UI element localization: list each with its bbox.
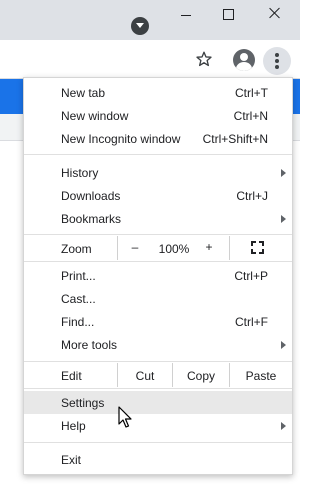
menu-item-find[interactable]: Find... Ctrl+F (24, 310, 292, 333)
zoom-row: Zoom – 100% + (24, 236, 292, 260)
copy-button[interactable]: Copy (173, 369, 229, 383)
menu-item-print[interactable]: Print... Ctrl+P (24, 264, 292, 287)
maximize-icon[interactable] (223, 9, 234, 20)
zoom-out-button[interactable]: – (127, 240, 143, 254)
tab-search-icon[interactable] (131, 17, 149, 35)
menu-separator (24, 442, 292, 443)
menu-item-new-tab[interactable]: New tab Ctrl+T (24, 81, 292, 104)
browser-toolbar (0, 40, 300, 79)
cut-button[interactable]: Cut (118, 369, 172, 383)
edit-row: Edit Cut Copy Paste (24, 363, 292, 387)
mouse-pointer-icon (118, 406, 132, 428)
paste-button[interactable]: Paste (230, 369, 292, 383)
fullscreen-icon[interactable] (251, 241, 264, 254)
menu-separator (24, 154, 292, 155)
menu-button[interactable] (263, 47, 291, 75)
minimize-icon[interactable] (181, 15, 191, 16)
menu-item-settings[interactable]: Settings (24, 391, 292, 414)
submenu-arrow-icon (281, 341, 286, 349)
menu-item-help[interactable]: Help (24, 414, 292, 437)
menu-separator (24, 388, 292, 389)
menu-separator (24, 261, 292, 262)
zoom-label: Zoom (61, 242, 92, 256)
zoom-in-button[interactable]: + (201, 240, 217, 254)
chrome-menu: New tab Ctrl+T New window Ctrl+N New Inc… (23, 77, 293, 475)
submenu-arrow-icon (281, 215, 286, 223)
menu-separator (24, 361, 292, 362)
close-icon[interactable] (268, 6, 282, 20)
menu-item-exit[interactable]: Exit (24, 448, 292, 471)
menu-item-bookmarks[interactable]: Bookmarks (24, 207, 292, 230)
zoom-level: 100% (158, 242, 190, 256)
menu-separator (24, 234, 292, 235)
edit-label: Edit (61, 369, 82, 383)
submenu-arrow-icon (281, 422, 286, 430)
menu-item-cast[interactable]: Cast... (24, 287, 292, 310)
menu-item-new-incognito-window[interactable]: New Incognito window Ctrl+Shift+N (24, 127, 292, 150)
menu-item-more-tools[interactable]: More tools (24, 333, 292, 356)
menu-item-new-window[interactable]: New window Ctrl+N (24, 104, 292, 127)
menu-item-downloads[interactable]: Downloads Ctrl+J (24, 184, 292, 207)
menu-item-history[interactable]: History (24, 161, 292, 184)
submenu-arrow-icon (281, 169, 286, 177)
profile-icon[interactable] (233, 49, 255, 71)
star-icon[interactable] (195, 50, 213, 68)
title-bar (0, 0, 300, 40)
